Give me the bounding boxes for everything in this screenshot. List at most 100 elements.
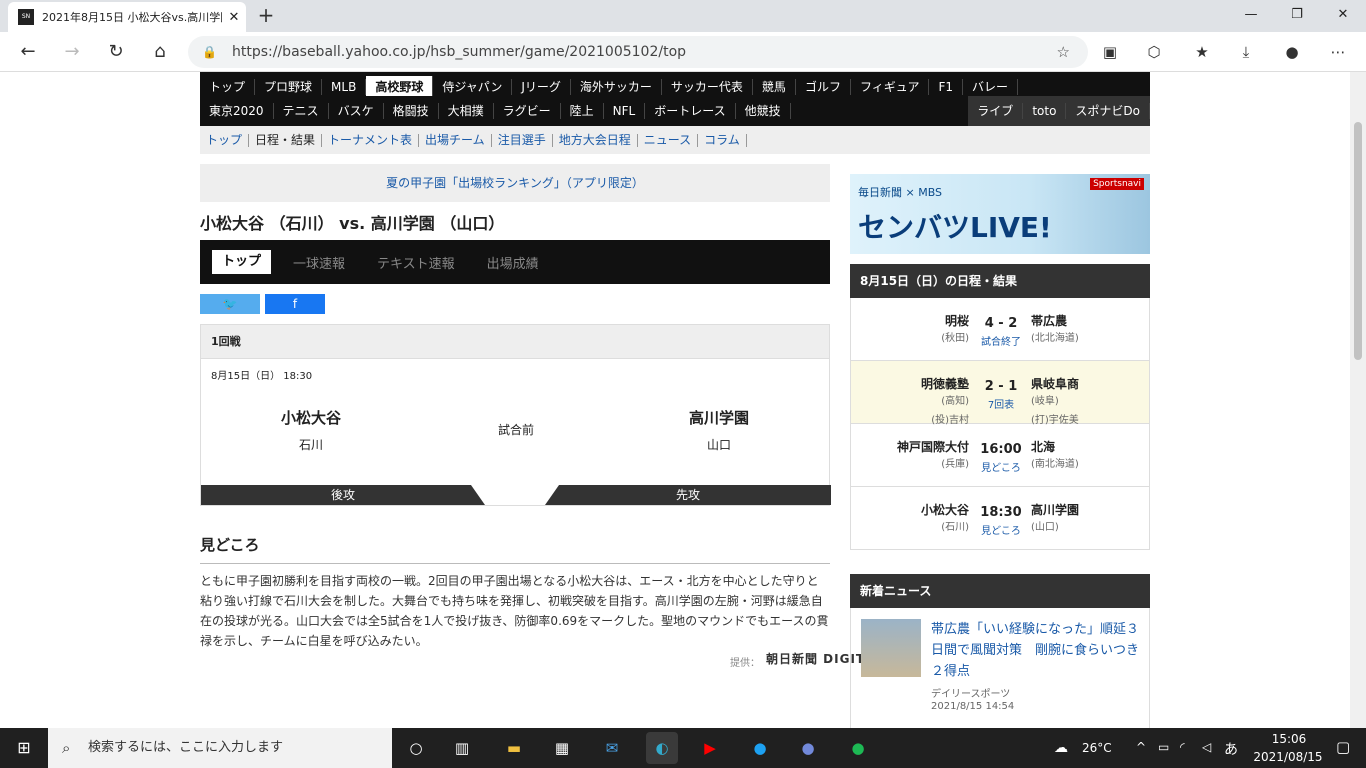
extensions-icon[interactable]: ⬡: [1140, 38, 1168, 66]
global-nav-item[interactable]: 競馬: [753, 79, 796, 95]
edge-icon[interactable]: ◐: [646, 732, 678, 764]
favorites-icon[interactable]: ★: [1188, 38, 1216, 66]
global-nav-item[interactable]: ラグビー: [494, 103, 561, 119]
sub-nav-item[interactable]: 注目選手: [492, 133, 553, 147]
game-note[interactable]: 試合終了: [973, 333, 1029, 348]
windows-start-icon[interactable]: ⊞: [0, 728, 48, 768]
global-nav-item[interactable]: 東京2020: [200, 103, 274, 119]
sub-nav-item[interactable]: 地方大会日程: [553, 133, 638, 147]
facebook-share-icon[interactable]: f: [265, 294, 325, 314]
discord-icon[interactable]: ●: [792, 732, 824, 764]
global-nav-item[interactable]: 陸上: [561, 103, 604, 119]
more-menu-icon[interactable]: ⋯: [1324, 38, 1352, 66]
global-nav-item[interactable]: 他競技: [736, 103, 791, 119]
global-nav-item[interactable]: NFL: [604, 103, 646, 119]
global-nav-item[interactable]: Jリーグ: [512, 79, 571, 95]
clock-date[interactable]: 2021/08/15: [1248, 750, 1328, 764]
schedule-game-row[interactable]: 小松大谷 (石川) 18:30 見どころ 高川学園 (山口): [850, 487, 1150, 550]
mail-icon[interactable]: ✉: [596, 732, 628, 764]
battery-icon[interactable]: ▭: [1158, 740, 1169, 754]
game-note[interactable]: 見どころ: [973, 522, 1029, 537]
game-score[interactable]: 18:30: [973, 505, 1029, 520]
home-icon[interactable]: ⌂: [146, 38, 174, 66]
game-note[interactable]: 7回表: [973, 396, 1029, 411]
refresh-icon[interactable]: ↻: [102, 38, 130, 66]
scrollbar-thumb[interactable]: [1354, 122, 1362, 360]
twitter-icon[interactable]: ●: [744, 732, 776, 764]
schedule-game-row[interactable]: 明桜 (秋田) 4 - 2 試合終了 帯広農 (北北海道): [850, 298, 1150, 361]
cloud-weather-icon[interactable]: ☁: [1054, 740, 1068, 756]
sub-nav-item[interactable]: トップ: [200, 133, 250, 147]
twitter-share-icon[interactable]: 🐦: [200, 294, 260, 314]
page-scrollbar[interactable]: [1350, 72, 1366, 728]
downloads-icon[interactable]: ⤓: [1232, 38, 1260, 66]
global-nav-item[interactable]: ゴルフ: [796, 79, 851, 95]
clock-time[interactable]: 15:06: [1254, 732, 1324, 746]
global-nav-item[interactable]: MLB: [322, 79, 367, 95]
game-left-team[interactable]: 明徳義塾: [921, 375, 969, 392]
add-favorite-icon[interactable]: ☆: [1057, 36, 1070, 68]
volume-icon[interactable]: ◁: [1202, 740, 1211, 754]
senbatsu-live-ad[interactable]: 毎日新聞 × MBS センバツLIVE! Sportsnavi: [850, 174, 1150, 254]
browser-tab[interactable]: SN 2021年8月15日 小松大谷vs.高川学園 ✕: [8, 2, 246, 32]
game-tab[interactable]: 出場成績: [477, 253, 549, 272]
schedule-game-row[interactable]: 明徳義塾 (高知) 2 - 1 7回表 県岐阜商 (岐阜) (投)吉村 (打)宇佐美: [850, 361, 1150, 426]
notification-icon[interactable]: ▢: [1336, 738, 1350, 756]
global-nav-item[interactable]: 大相撲: [439, 103, 494, 119]
game-tab[interactable]: 一球速報: [283, 253, 355, 272]
sub-nav-item[interactable]: トーナメント表: [322, 133, 420, 147]
forward-arrow-icon[interactable]: →: [58, 38, 86, 66]
global-nav-item[interactable]: トップ: [200, 79, 256, 95]
address-bar[interactable]: 🔒 https://baseball.yahoo.co.jp/hsb_summe…: [188, 36, 1088, 68]
maximize-button[interactable]: ❐: [1274, 0, 1320, 32]
game-right-team[interactable]: 北海: [1031, 438, 1055, 455]
game-right-team[interactable]: 帯広農: [1031, 312, 1067, 329]
task-view-icon[interactable]: ▥: [446, 732, 478, 764]
ranking-banner[interactable]: 夏の甲子園「出場校ランキング」（アプリ限定）: [200, 164, 830, 202]
read-aloud-icon[interactable]: ▣: [1096, 38, 1124, 66]
game-left-team[interactable]: 小松大谷: [921, 501, 969, 518]
global-nav-item[interactable]: スポナビDo: [1066, 103, 1150, 119]
tab-close-button[interactable]: ✕: [222, 10, 246, 25]
global-nav-item[interactable]: プロ野球: [255, 79, 323, 95]
global-nav-item[interactable]: 海外サッカー: [571, 79, 662, 95]
youtube-icon[interactable]: ▶: [694, 732, 726, 764]
global-nav-item[interactable]: サッカー代表: [662, 79, 753, 95]
global-nav-item[interactable]: toto: [1023, 103, 1067, 119]
global-nav-item[interactable]: F1: [929, 79, 964, 95]
sub-nav-item[interactable]: 日程・結果: [249, 133, 323, 147]
sub-nav-item[interactable]: コラム: [698, 133, 747, 147]
news-title[interactable]: 帯広農「いい経験になった」順延３日間で風聞対策 剛腕に食らいつき２得点: [931, 619, 1141, 682]
sub-nav-item[interactable]: ニュース: [638, 133, 699, 147]
spotify-icon[interactable]: ●: [842, 732, 874, 764]
game-right-team[interactable]: 県岐阜商: [1031, 375, 1079, 392]
game-right-team[interactable]: 高川学園: [1031, 501, 1079, 518]
news-thumbnail[interactable]: [861, 619, 921, 677]
profile-avatar-icon[interactable]: ●: [1278, 38, 1306, 66]
back-arrow-icon[interactable]: ←: [14, 38, 42, 66]
game-left-team[interactable]: 明桜: [945, 312, 969, 329]
game-tab[interactable]: テキスト速報: [367, 253, 465, 272]
global-nav-item[interactable]: テニス: [274, 103, 329, 119]
away-team-name[interactable]: 高川学園: [609, 407, 829, 428]
global-nav-item[interactable]: 格闘技: [384, 103, 439, 119]
game-note[interactable]: 見どころ: [973, 459, 1029, 474]
tray-chevron-icon[interactable]: ^: [1136, 740, 1146, 754]
global-nav-item[interactable]: ライブ: [968, 103, 1024, 119]
game-left-team[interactable]: 神戸国際大付: [897, 438, 969, 455]
new-tab-button[interactable]: +: [254, 4, 278, 28]
weather-temp[interactable]: 26°C: [1082, 741, 1112, 755]
away-team[interactable]: 高川学園 山口: [609, 407, 829, 453]
window-close-button[interactable]: ✕: [1320, 0, 1366, 32]
game-tab[interactable]: トップ: [212, 250, 272, 274]
store-icon[interactable]: ▦: [546, 732, 578, 764]
sub-nav-item[interactable]: 出場チーム: [419, 133, 492, 147]
global-nav-item[interactable]: ボートレース: [645, 103, 736, 119]
cortana-icon[interactable]: ○: [400, 732, 432, 764]
game-score[interactable]: 2 - 1: [973, 379, 1029, 394]
file-explorer-icon[interactable]: ▬: [498, 732, 530, 764]
taskbar-search[interactable]: ⌕ 検索するには、ここに入力します: [48, 728, 392, 768]
global-nav-item[interactable]: バスケ: [329, 103, 384, 119]
wifi-icon[interactable]: ◜: [1180, 740, 1185, 754]
minimize-button[interactable]: —: [1228, 0, 1274, 32]
